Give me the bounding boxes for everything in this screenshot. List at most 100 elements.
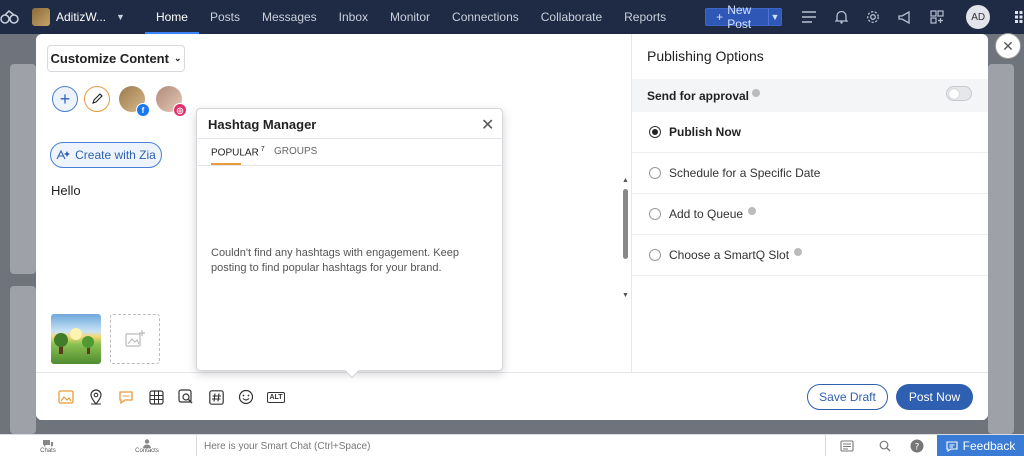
gear-icon[interactable] [864, 8, 882, 26]
close-modal-button[interactable]: ✕ [995, 33, 1021, 59]
feedback-icon [946, 440, 958, 452]
nav-posts[interactable]: Posts [199, 0, 251, 34]
top-icons: AD [800, 5, 1024, 29]
close-icon: ✕ [1002, 37, 1014, 54]
news-icon[interactable] [838, 437, 856, 455]
background-card [988, 64, 1014, 434]
edit-channels-button[interactable] [84, 86, 110, 112]
radio-smartq[interactable] [649, 249, 661, 261]
nav-inbox[interactable]: Inbox [328, 0, 379, 34]
user-avatar[interactable]: AD [966, 5, 991, 29]
attached-image-thumbnail[interactable] [51, 314, 101, 364]
grid-template-icon[interactable] [147, 388, 165, 406]
divider [197, 138, 502, 139]
help-icon[interactable]: ? [908, 437, 926, 455]
background-card [10, 286, 36, 434]
compose-modal: Customize Content ⌄ + f ◎ Create with Zi… [36, 34, 988, 420]
nav-messages[interactable]: Messages [251, 0, 328, 34]
post-text-editor[interactable]: Hello [51, 183, 81, 198]
contacts-label: Contacts [135, 447, 159, 454]
tab-popular-count: 7 [260, 146, 265, 153]
bell-icon[interactable] [832, 8, 850, 26]
option-add-to-queue[interactable]: Add to Queue [632, 194, 988, 235]
background-card [10, 64, 36, 274]
post-now-button[interactable]: Post Now [896, 384, 973, 410]
chats-button[interactable]: Chats [28, 435, 68, 456]
location-pin-icon[interactable] [87, 388, 105, 406]
alt-text-icon[interactable]: ALT [266, 388, 286, 406]
new-post-button[interactable]: + New Post ▼ [705, 3, 783, 31]
contacts-icon [143, 438, 151, 448]
radio-queue[interactable] [649, 208, 661, 220]
scroll-down-icon[interactable]: ▼ [622, 292, 629, 299]
help-icon[interactable] [752, 88, 761, 97]
help-icon[interactable] [794, 248, 803, 256]
channel-instagram-avatar[interactable]: ◎ [156, 86, 187, 117]
megaphone-icon[interactable] [896, 8, 914, 26]
option-label: Choose a SmartQ Slot [669, 248, 790, 262]
channel-facebook-avatar[interactable]: f [119, 86, 150, 117]
tab-groups[interactable]: GROUPS [274, 146, 317, 157]
new-post-label: New Post [727, 3, 752, 31]
option-label: Publish Now [669, 125, 741, 139]
facebook-icon: f [136, 103, 150, 117]
create-with-zia-button[interactable]: Create with Zia [50, 142, 162, 168]
new-post-main[interactable]: + New Post [706, 3, 767, 31]
hashtag-empty-message: Couldn't find any hashtags with engageme… [211, 247, 459, 274]
comment-icon[interactable] [117, 388, 135, 406]
search-icon[interactable] [876, 437, 894, 455]
brand-switcher[interactable]: AditizW... ▼ [32, 8, 125, 26]
instagram-icon: ◎ [173, 103, 187, 117]
help-icon[interactable] [748, 207, 757, 215]
option-smartq-slot[interactable]: Choose a SmartQ Slot [632, 235, 988, 276]
new-post-dropdown-icon[interactable]: ▼ [767, 9, 782, 25]
bottom-bar: Chats Contacts Here is your Smart Chat (… [0, 434, 1024, 456]
close-icon[interactable]: ✕ [481, 115, 494, 135]
scroll-up-icon[interactable]: ▲ [622, 177, 629, 184]
top-navbar: AditizW... ▼ Home Posts Messages Inbox M… [0, 0, 1024, 34]
feedback-button[interactable]: Feedback [937, 435, 1024, 456]
send-for-approval-row: Send for approval [632, 79, 988, 112]
apps-plus-icon[interactable] [928, 8, 946, 26]
image-icon[interactable] [57, 388, 75, 406]
customize-content-dropdown[interactable]: Customize Content ⌄ [47, 45, 185, 72]
radio-schedule[interactable] [649, 167, 661, 179]
tab-popular[interactable]: POPULAR 7 [211, 146, 265, 158]
option-publish-now[interactable]: Publish Now [632, 112, 988, 153]
nav-collaborate[interactable]: Collaborate [530, 0, 613, 34]
radio-publish-now[interactable] [649, 126, 661, 138]
add-image-placeholder[interactable] [110, 314, 160, 364]
smart-chat-input[interactable]: Here is your Smart Chat (Ctrl+Space) [196, 435, 826, 456]
plus-icon: + [716, 10, 724, 24]
hashtag-manager-title: Hashtag Manager [208, 117, 317, 132]
brand-avatar [32, 8, 50, 26]
scrollbar-thumb[interactable] [623, 189, 628, 259]
nav-home[interactable]: Home [144, 0, 199, 34]
option-schedule-specific-date[interactable]: Schedule for a Specific Date [632, 153, 988, 194]
nav-connections[interactable]: Connections [441, 0, 530, 34]
emoji-icon[interactable] [237, 388, 255, 406]
save-draft-button[interactable]: Save Draft [807, 384, 888, 410]
zia-label: Create with Zia [75, 148, 156, 162]
grid-menu-icon[interactable] [1012, 8, 1024, 26]
contacts-button[interactable]: Contacts [127, 435, 167, 456]
compose-toolbar: ALT Save Draft Post Now [36, 372, 988, 420]
publishing-options-pane: Publishing Options Send for approval Pub… [632, 34, 988, 372]
toggle-knob [949, 88, 959, 99]
nav-reports[interactable]: Reports [613, 0, 677, 34]
add-channel-button[interactable]: + [52, 86, 78, 112]
alt-text-label: ALT [267, 391, 285, 403]
chats-label: Chats [40, 447, 56, 454]
editor-scrollbar[interactable]: ▲ ▼ [621, 177, 631, 299]
app-logo-icon[interactable] [0, 0, 20, 34]
tab-popular-label: POPULAR [211, 147, 259, 159]
send-for-approval-toggle[interactable] [946, 86, 972, 101]
option-label: Add to Queue [669, 207, 744, 221]
main-nav: Home Posts Messages Inbox Monitor Connec… [144, 0, 677, 34]
svg-text:?: ? [915, 443, 920, 453]
hashtag-icon[interactable] [207, 388, 225, 406]
search-media-icon[interactable] [177, 388, 195, 406]
list-icon[interactable] [800, 8, 818, 26]
plus-icon: + [59, 88, 71, 109]
nav-monitor[interactable]: Monitor [379, 0, 441, 34]
